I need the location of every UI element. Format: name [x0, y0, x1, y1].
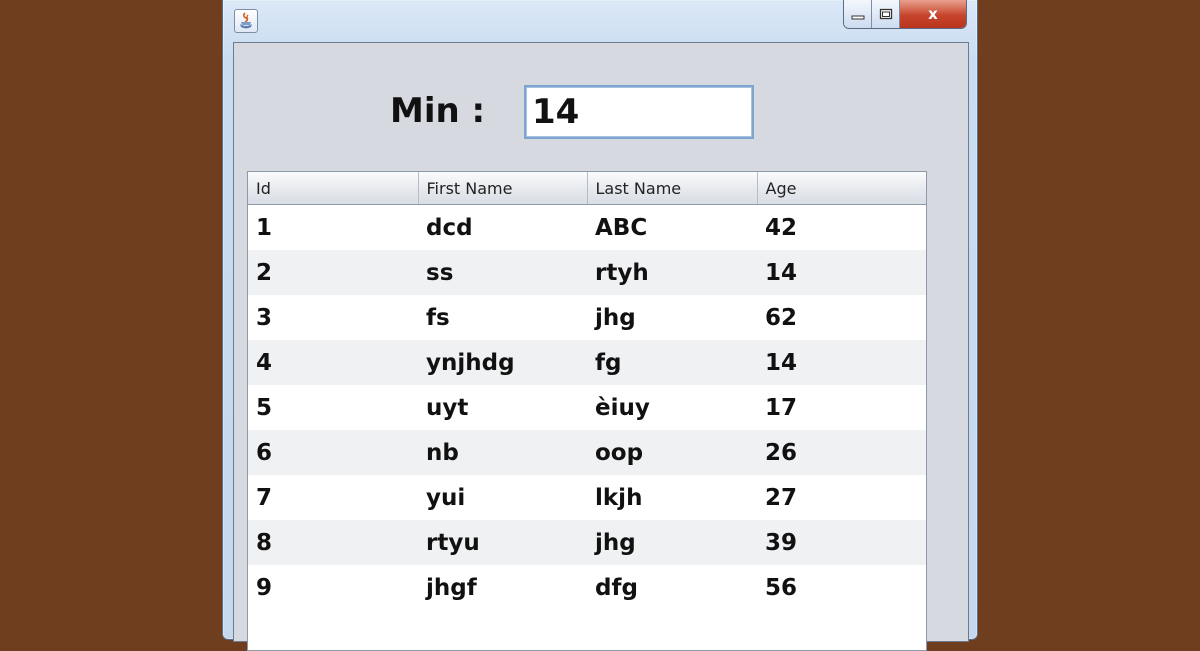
cell-id[interactable]: 4: [248, 340, 418, 385]
table-row[interactable]: 2 ss rtyh 14: [248, 250, 926, 295]
cell-age[interactable]: 56: [757, 565, 926, 610]
cell-id[interactable]: 2: [248, 250, 418, 295]
minimize-icon: [851, 5, 865, 24]
table-row[interactable]: 9 jhgf dfg 56: [248, 565, 926, 610]
column-header-age[interactable]: Age: [757, 172, 926, 205]
table-row[interactable]: 4 ynjhdg fg 14: [248, 340, 926, 385]
table-row[interactable]: 8 rtyu jhg 39: [248, 520, 926, 565]
cell-first-name[interactable]: ynjhdg: [418, 340, 587, 385]
cell-last-name[interactable]: jhg: [587, 295, 757, 340]
minimize-button[interactable]: [844, 0, 872, 28]
cell-id[interactable]: 6: [248, 430, 418, 475]
table-row[interactable]: 6 nb oop 26: [248, 430, 926, 475]
maximize-button[interactable]: [872, 0, 900, 28]
cell-last-name[interactable]: lkjh: [587, 475, 757, 520]
cell-age[interactable]: 42: [757, 205, 926, 251]
table-row[interactable]: 5 uyt èiuy 17: [248, 385, 926, 430]
table-row[interactable]: 3 fs jhg 62: [248, 295, 926, 340]
content-panel: Min : Id First Name Last Name Age: [233, 42, 969, 651]
cell-id[interactable]: 1: [248, 205, 418, 251]
cell-first-name[interactable]: rtyu: [418, 520, 587, 565]
cell-last-name[interactable]: fg: [587, 340, 757, 385]
cell-last-name[interactable]: ABC: [587, 205, 757, 251]
cell-first-name[interactable]: nb: [418, 430, 587, 475]
cell-first-name[interactable]: yui: [418, 475, 587, 520]
close-button[interactable]: x: [900, 0, 966, 28]
cell-id[interactable]: 8: [248, 520, 418, 565]
cell-first-name[interactable]: fs: [418, 295, 587, 340]
table-row[interactable]: 7 yui lkjh 27: [248, 475, 926, 520]
cell-age[interactable]: 39: [757, 520, 926, 565]
cell-first-name[interactable]: uyt: [418, 385, 587, 430]
cell-first-name[interactable]: jhgf: [418, 565, 587, 610]
min-input[interactable]: [524, 85, 754, 139]
column-header-id[interactable]: Id: [248, 172, 419, 205]
cell-last-name[interactable]: jhg: [587, 520, 757, 565]
title-bar[interactable]: x: [223, 0, 977, 42]
table-row[interactable]: 1 dcd ABC 42: [248, 205, 926, 251]
cell-last-name[interactable]: rtyh: [587, 250, 757, 295]
cell-age[interactable]: 62: [757, 295, 926, 340]
cell-age[interactable]: 17: [757, 385, 926, 430]
cell-age[interactable]: 14: [757, 250, 926, 295]
cell-age[interactable]: 27: [757, 475, 926, 520]
cell-last-name[interactable]: èiuy: [587, 385, 757, 430]
cell-id[interactable]: 3: [248, 295, 418, 340]
cell-id[interactable]: 7: [248, 475, 418, 520]
cell-age[interactable]: 26: [757, 430, 926, 475]
maximize-icon: [879, 5, 893, 24]
app-window: x Min : Id First Name Last Name Age: [222, 0, 978, 651]
cell-age[interactable]: 14: [757, 340, 926, 385]
cell-first-name[interactable]: ss: [418, 250, 587, 295]
window-controls: x: [843, 0, 967, 29]
close-icon: x: [928, 5, 938, 23]
cell-last-name[interactable]: dfg: [587, 565, 757, 610]
column-header-last-name[interactable]: Last Name: [587, 172, 758, 205]
people-table[interactable]: Id First Name Last Name Age 1 dcd ABC 42…: [247, 171, 927, 651]
cell-id[interactable]: 5: [248, 385, 418, 430]
java-app-icon[interactable]: [234, 9, 258, 33]
cell-last-name[interactable]: oop: [587, 430, 757, 475]
cell-first-name[interactable]: dcd: [418, 205, 587, 251]
column-header-first-name[interactable]: First Name: [418, 172, 588, 205]
min-label: Min :: [390, 91, 486, 131]
table-header-row: Id First Name Last Name Age: [248, 172, 926, 205]
cell-id[interactable]: 9: [248, 565, 418, 610]
